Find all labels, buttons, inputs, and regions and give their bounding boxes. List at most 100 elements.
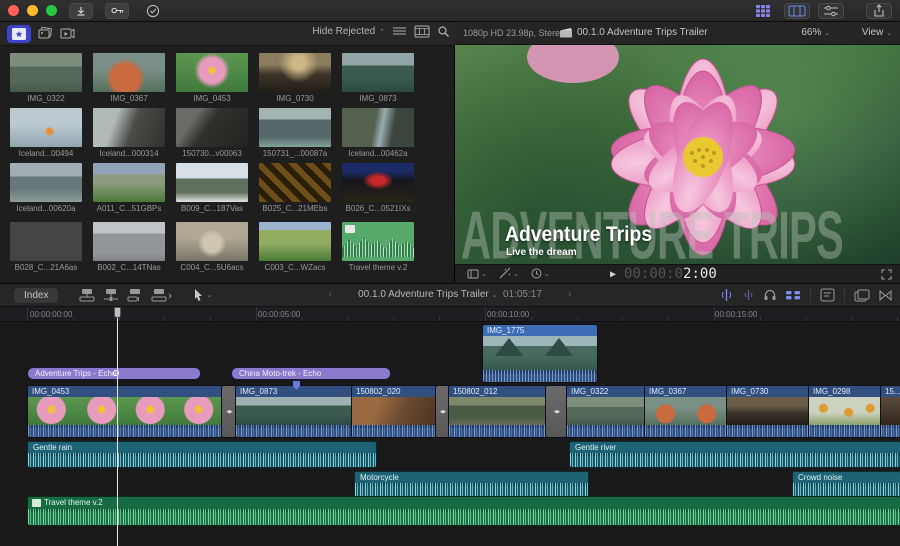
browser-clip-c003-c-wzacs[interactable]: C003_C...WZacs [259,222,331,272]
browser-clip-iceland-00462a[interactable]: Iceland...00462a [342,108,414,158]
clip-thumbnail[interactable] [259,222,331,261]
connect-edit-icon[interactable] [80,289,94,301]
prev-project-button[interactable]: ‹ [303,289,358,300]
video-clip[interactable]: IMG_0730 [727,386,809,437]
keyframe-icon[interactable] [113,370,119,376]
clip-thumbnail[interactable] [10,222,82,261]
show-media-sidebar-button[interactable] [60,25,75,43]
browser-clip-iceland-00620a[interactable]: Iceland...00620a [10,163,82,213]
import-media-button[interactable] [69,3,93,19]
audio-clip[interactable]: Motorcycle [355,472,588,497]
zoom-dropdown[interactable]: 66% ⌄ [801,27,830,38]
clip-thumbnail[interactable] [93,222,165,261]
transition-clip[interactable]: ◀▶ [222,386,236,437]
next-project-button[interactable]: › [542,289,597,300]
insert-edit-icon[interactable] [104,289,118,301]
timeline-index-button[interactable]: Index [14,288,58,303]
browser-clip-img-0367[interactable]: IMG_0367 [93,53,165,103]
clip-thumbnail[interactable] [342,222,414,261]
browser-clip-c004-c-5u6acs[interactable]: C004_C...5U6acs [176,222,248,272]
retime-menu[interactable]: ⌄ [531,268,550,279]
list-view-icon[interactable] [393,27,406,37]
overwrite-edit-icon[interactable] [152,289,172,301]
keyword-editor-button[interactable] [105,3,129,19]
show-libraries-button[interactable] [7,25,31,43]
video-clip[interactable]: IMG_0367 [645,386,727,437]
inspector-button[interactable] [818,3,844,19]
video-clip[interactable]: 150802_020 [352,386,436,437]
crop-menu[interactable]: ⌄ [467,269,487,279]
browser-clip-b002-c-14tnas[interactable]: B002_C...14TNas [93,222,165,272]
video-clip[interactable]: IMG_0453 [28,386,222,437]
title-clip[interactable]: Adventure Trips - Echo [28,368,200,379]
snapping-icon[interactable] [786,289,800,301]
connected-clip[interactable]: IMG_1775 [483,325,597,382]
enhance-menu[interactable]: ⌄ [499,268,519,279]
browser-clip-a011-c-51gbps[interactable]: A011_C...51GBPs [93,163,165,213]
timeline-view-button[interactable] [784,3,810,19]
show-photos-sidebar-button[interactable] [38,25,53,43]
clip-thumbnail[interactable] [176,222,248,261]
browser-clip-150731-00087a[interactable]: 150731_...00087a [259,108,331,158]
browser-clip-iceland-000314[interactable]: Iceland...000314 [93,108,165,158]
browser-clip-img-0873[interactable]: IMG_0873 [342,53,414,103]
clip-thumbnail[interactable] [10,163,82,202]
fullscreen-button[interactable] [881,269,892,282]
clip-thumbnail[interactable] [342,53,414,92]
title-clip[interactable]: China Moto-trek - Echo [232,368,390,379]
timeline-index-panel-icon[interactable] [821,289,834,301]
clip-thumbnail[interactable] [93,163,165,202]
clip-thumbnail[interactable] [259,53,331,92]
clip-thumbnail[interactable] [259,108,331,147]
playhead-handle[interactable] [114,307,121,318]
audio-clip[interactable]: Crowd noise [793,472,900,497]
browser-view-button[interactable] [750,3,776,19]
video-clip[interactable]: IMG_0322 [567,386,645,437]
transition-clip[interactable]: ◀▶ [436,386,449,437]
effects-browser-icon[interactable] [855,290,869,301]
music-clip[interactable]: Travel theme v.2 [28,497,900,525]
minimize-window-button[interactable] [27,5,38,16]
audio-skimming-icon[interactable] [743,289,754,301]
play-button[interactable]: ▶ [610,269,616,280]
background-tasks-button[interactable] [141,3,165,19]
view-dropdown[interactable]: View ⌄ [862,27,892,38]
filter-dropdown[interactable]: Hide Rejected ⌃ [312,26,385,37]
timeline-project-title[interactable]: 00.1.0 Adventure Trips Trailer ⌄ 01:05:1… [358,289,542,300]
browser-clip-travel-theme-v-2[interactable]: Travel theme v.2 [342,222,414,272]
audio-clip[interactable]: Gentle rain [28,442,376,467]
browser-clip-img-0453[interactable]: IMG_0453 [176,53,248,103]
browser-clip-iceland-00494[interactable]: Iceland...00494 [10,108,82,158]
clip-thumbnail[interactable] [93,108,165,147]
video-canvas[interactable]: ADVENTURE TRIPS Adventure Trips Live the… [455,45,900,264]
browser-clip-b009-c-187vas[interactable]: B009_C...187Vas [176,163,248,213]
search-icon[interactable] [438,26,449,37]
skimming-icon[interactable] [720,289,733,301]
clip-thumbnail[interactable] [10,53,82,92]
clip-thumbnail[interactable] [342,108,414,147]
browser-clip-b028-c-21a6as[interactable]: B028_C...21A6as [10,222,82,272]
browser-clip-b025-c-21mebs[interactable]: B025_C...21MEbs [259,163,331,213]
video-clip[interactable]: IMG_0298 [809,386,881,437]
video-clip[interactable]: 150802_012 [449,386,546,437]
audio-clip[interactable]: Gentle river [570,442,900,467]
browser-clip-img-0322[interactable]: IMG_0322 [10,53,82,103]
video-clip[interactable]: 15... [881,386,900,437]
clip-thumbnail[interactable] [176,53,248,92]
browser-clip-150730-v00063[interactable]: 150730...v00063 [176,108,248,158]
tool-selector[interactable]: ⌄ [194,289,212,301]
zoom-window-button[interactable] [46,5,57,16]
clip-thumbnail[interactable] [10,108,82,147]
clip-thumbnail[interactable] [176,108,248,147]
video-clip[interactable]: IMG_0873 [236,386,352,437]
clip-thumbnail[interactable] [176,163,248,202]
transition-clip[interactable]: ◀▶ [546,386,567,437]
playhead[interactable] [117,307,118,546]
append-edit-icon[interactable] [128,289,142,301]
timeline-ruler[interactable]: 00:00:00:0000:00:05:0000:00:10:0000:00:1… [0,307,900,322]
share-button[interactable] [866,3,892,19]
solo-headphones-icon[interactable] [764,289,776,301]
clip-thumbnail[interactable] [93,53,165,92]
close-window-button[interactable] [8,5,19,16]
clip-thumbnail[interactable] [259,163,331,202]
